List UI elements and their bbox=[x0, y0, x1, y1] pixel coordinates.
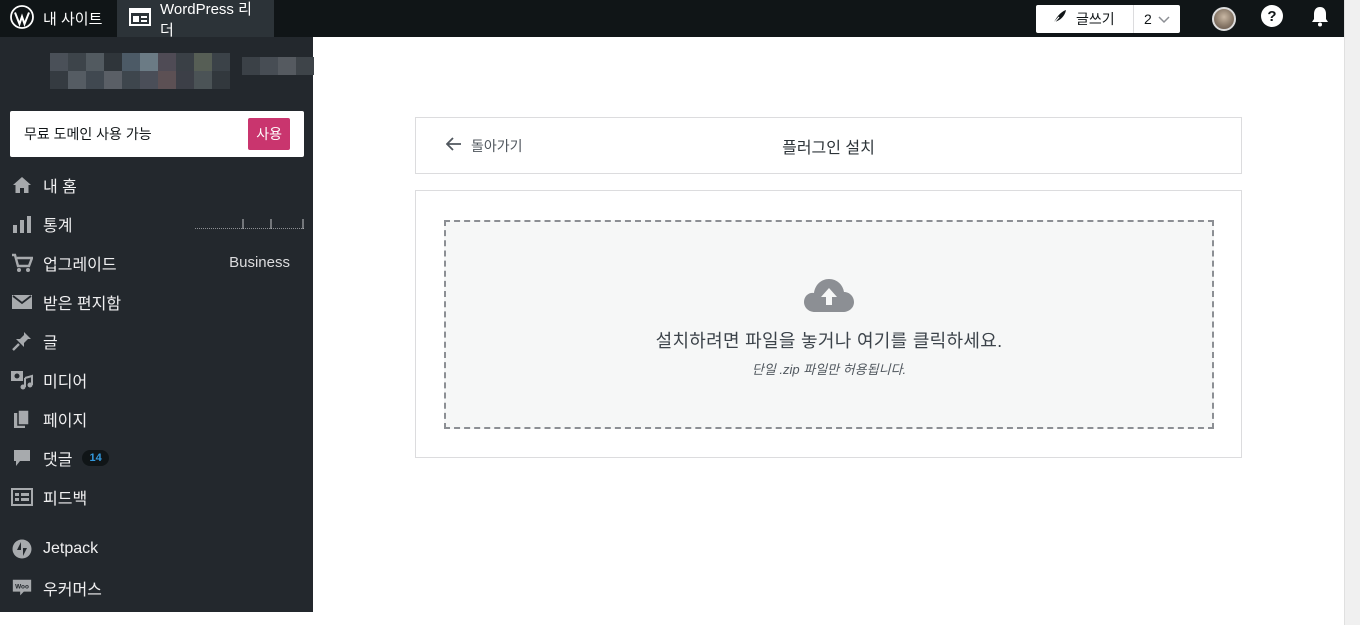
sidebar-item-label: 업그레이드 bbox=[43, 256, 117, 274]
sidebar-item-jetpack[interactable]: Jetpack bbox=[0, 529, 313, 568]
sidebar-item-comments[interactable]: 댓글 14 bbox=[0, 438, 313, 477]
profile-button[interactable] bbox=[1200, 0, 1248, 37]
sidebar-item-label: Jetpack bbox=[43, 539, 99, 557]
sidebar-item-posts[interactable]: 글 bbox=[0, 321, 313, 360]
dropzone-title: 설치하려면 파일을 놓거나 여기를 클릭하세요. bbox=[655, 331, 1003, 351]
feather-icon bbox=[1050, 8, 1068, 29]
sidebar-item-label: 미디어 bbox=[43, 373, 88, 391]
promo-text: 무료 도메인 사용 가능 bbox=[24, 126, 152, 142]
bell-icon bbox=[1310, 5, 1330, 32]
header-card: 돌아가기 플러그인 설치 bbox=[415, 117, 1242, 174]
sidebar-item-woocommerce[interactable]: Woo 우커머스 bbox=[0, 568, 313, 607]
sidebar-item-label: 통계 bbox=[43, 217, 73, 235]
sidebar-item-label: 피드백 bbox=[43, 490, 88, 508]
help-button[interactable]: ? bbox=[1248, 0, 1296, 37]
woo-icon: Woo bbox=[11, 577, 33, 599]
comment-count-badge: 14 bbox=[82, 449, 109, 466]
pages-icon bbox=[11, 408, 33, 430]
sidebar-item-label: 받은 편지함 bbox=[43, 295, 122, 313]
reader-icon bbox=[129, 7, 151, 30]
sidebar-nav: 내 홈 통계 업그레이드 Business 받은 편지함 글 미디어 페이지 댓… bbox=[0, 165, 313, 607]
sidebar-item-media[interactable]: 미디어 bbox=[0, 360, 313, 399]
my-site-label: 내 사이트 bbox=[43, 11, 103, 28]
reader-button[interactable]: WordPress 리더 bbox=[117, 0, 274, 39]
upload-dropzone[interactable]: 설치하려면 파일을 놓거나 여기를 클릭하세요. 단일 .zip 파일만 허용됩… bbox=[444, 220, 1214, 429]
chevron-down-icon bbox=[1158, 11, 1170, 27]
window-scrollbar[interactable] bbox=[1344, 0, 1360, 625]
sidebar-item-upgrades[interactable]: 업그레이드 Business bbox=[0, 243, 313, 282]
promo-use-button[interactable]: 사용 bbox=[248, 118, 290, 150]
reader-label: WordPress 리더 bbox=[160, 0, 252, 39]
svg-text:Woo: Woo bbox=[15, 583, 29, 590]
mail-icon bbox=[11, 291, 33, 313]
write-label: 글쓰기 bbox=[1076, 10, 1115, 27]
write-button[interactable]: 글쓰기 bbox=[1036, 4, 1134, 33]
sidebar-item-inbox[interactable]: 받은 편지함 bbox=[0, 282, 313, 321]
comment-icon bbox=[11, 447, 33, 469]
sidebar-item-label: 내 홈 bbox=[43, 178, 77, 196]
dropzone-subtitle: 단일 .zip 파일만 허용됩니다. bbox=[751, 362, 907, 377]
back-label: 돌아가기 bbox=[471, 137, 523, 154]
sidebar-item-label: 글 bbox=[43, 334, 58, 352]
site-title-blurred[interactable] bbox=[50, 53, 314, 89]
sidebar-item-home[interactable]: 내 홈 bbox=[0, 165, 313, 204]
page-title: 플러그인 설치 bbox=[782, 139, 875, 157]
arrow-left-icon bbox=[445, 137, 462, 154]
media-icon bbox=[11, 369, 33, 391]
my-site-button[interactable]: 내 사이트 bbox=[0, 0, 117, 37]
stats-sparkline bbox=[195, 219, 305, 229]
sidebar-item-label: 댓글 bbox=[43, 451, 73, 469]
sidebar: 무료 도메인 사용 가능 사용 내 홈 통계 업그레이드 Business 받은… bbox=[0, 37, 314, 612]
sidebar-item-stats[interactable]: 통계 bbox=[0, 204, 313, 243]
svg-text:?: ? bbox=[1267, 8, 1276, 25]
sidebar-item-label: 우커머스 bbox=[43, 581, 102, 599]
draft-count: 2 bbox=[1144, 10, 1152, 27]
home-icon bbox=[11, 174, 33, 196]
cart-icon bbox=[11, 252, 33, 274]
notifications-button[interactable] bbox=[1296, 0, 1344, 37]
feedback-icon bbox=[11, 486, 33, 508]
back-button[interactable]: 돌아가기 bbox=[445, 136, 523, 156]
help-icon: ? bbox=[1260, 4, 1284, 33]
wordpress-logo-icon bbox=[10, 4, 34, 33]
stats-icon bbox=[11, 213, 33, 235]
free-domain-promo[interactable]: 무료 도메인 사용 가능 사용 bbox=[10, 111, 304, 157]
avatar bbox=[1212, 6, 1236, 31]
sidebar-item-label: 페이지 bbox=[43, 412, 88, 430]
plan-name: Business bbox=[229, 254, 290, 271]
sidebar-item-pages[interactable]: 페이지 bbox=[0, 399, 313, 438]
pin-icon bbox=[11, 330, 33, 352]
sidebar-item-feedback[interactable]: 피드백 bbox=[0, 477, 313, 516]
upload-card: 설치하려면 파일을 놓거나 여기를 클릭하세요. 단일 .zip 파일만 허용됩… bbox=[415, 190, 1242, 458]
masterbar: 내 사이트 WordPress 리더 글쓰기 2 ? bbox=[0, 0, 1344, 39]
write-button-group: 글쓰기 2 bbox=[1036, 4, 1180, 33]
drafts-dropdown[interactable]: 2 bbox=[1134, 5, 1180, 33]
cloud-upload-icon bbox=[803, 278, 855, 319]
jetpack-icon bbox=[11, 538, 33, 560]
